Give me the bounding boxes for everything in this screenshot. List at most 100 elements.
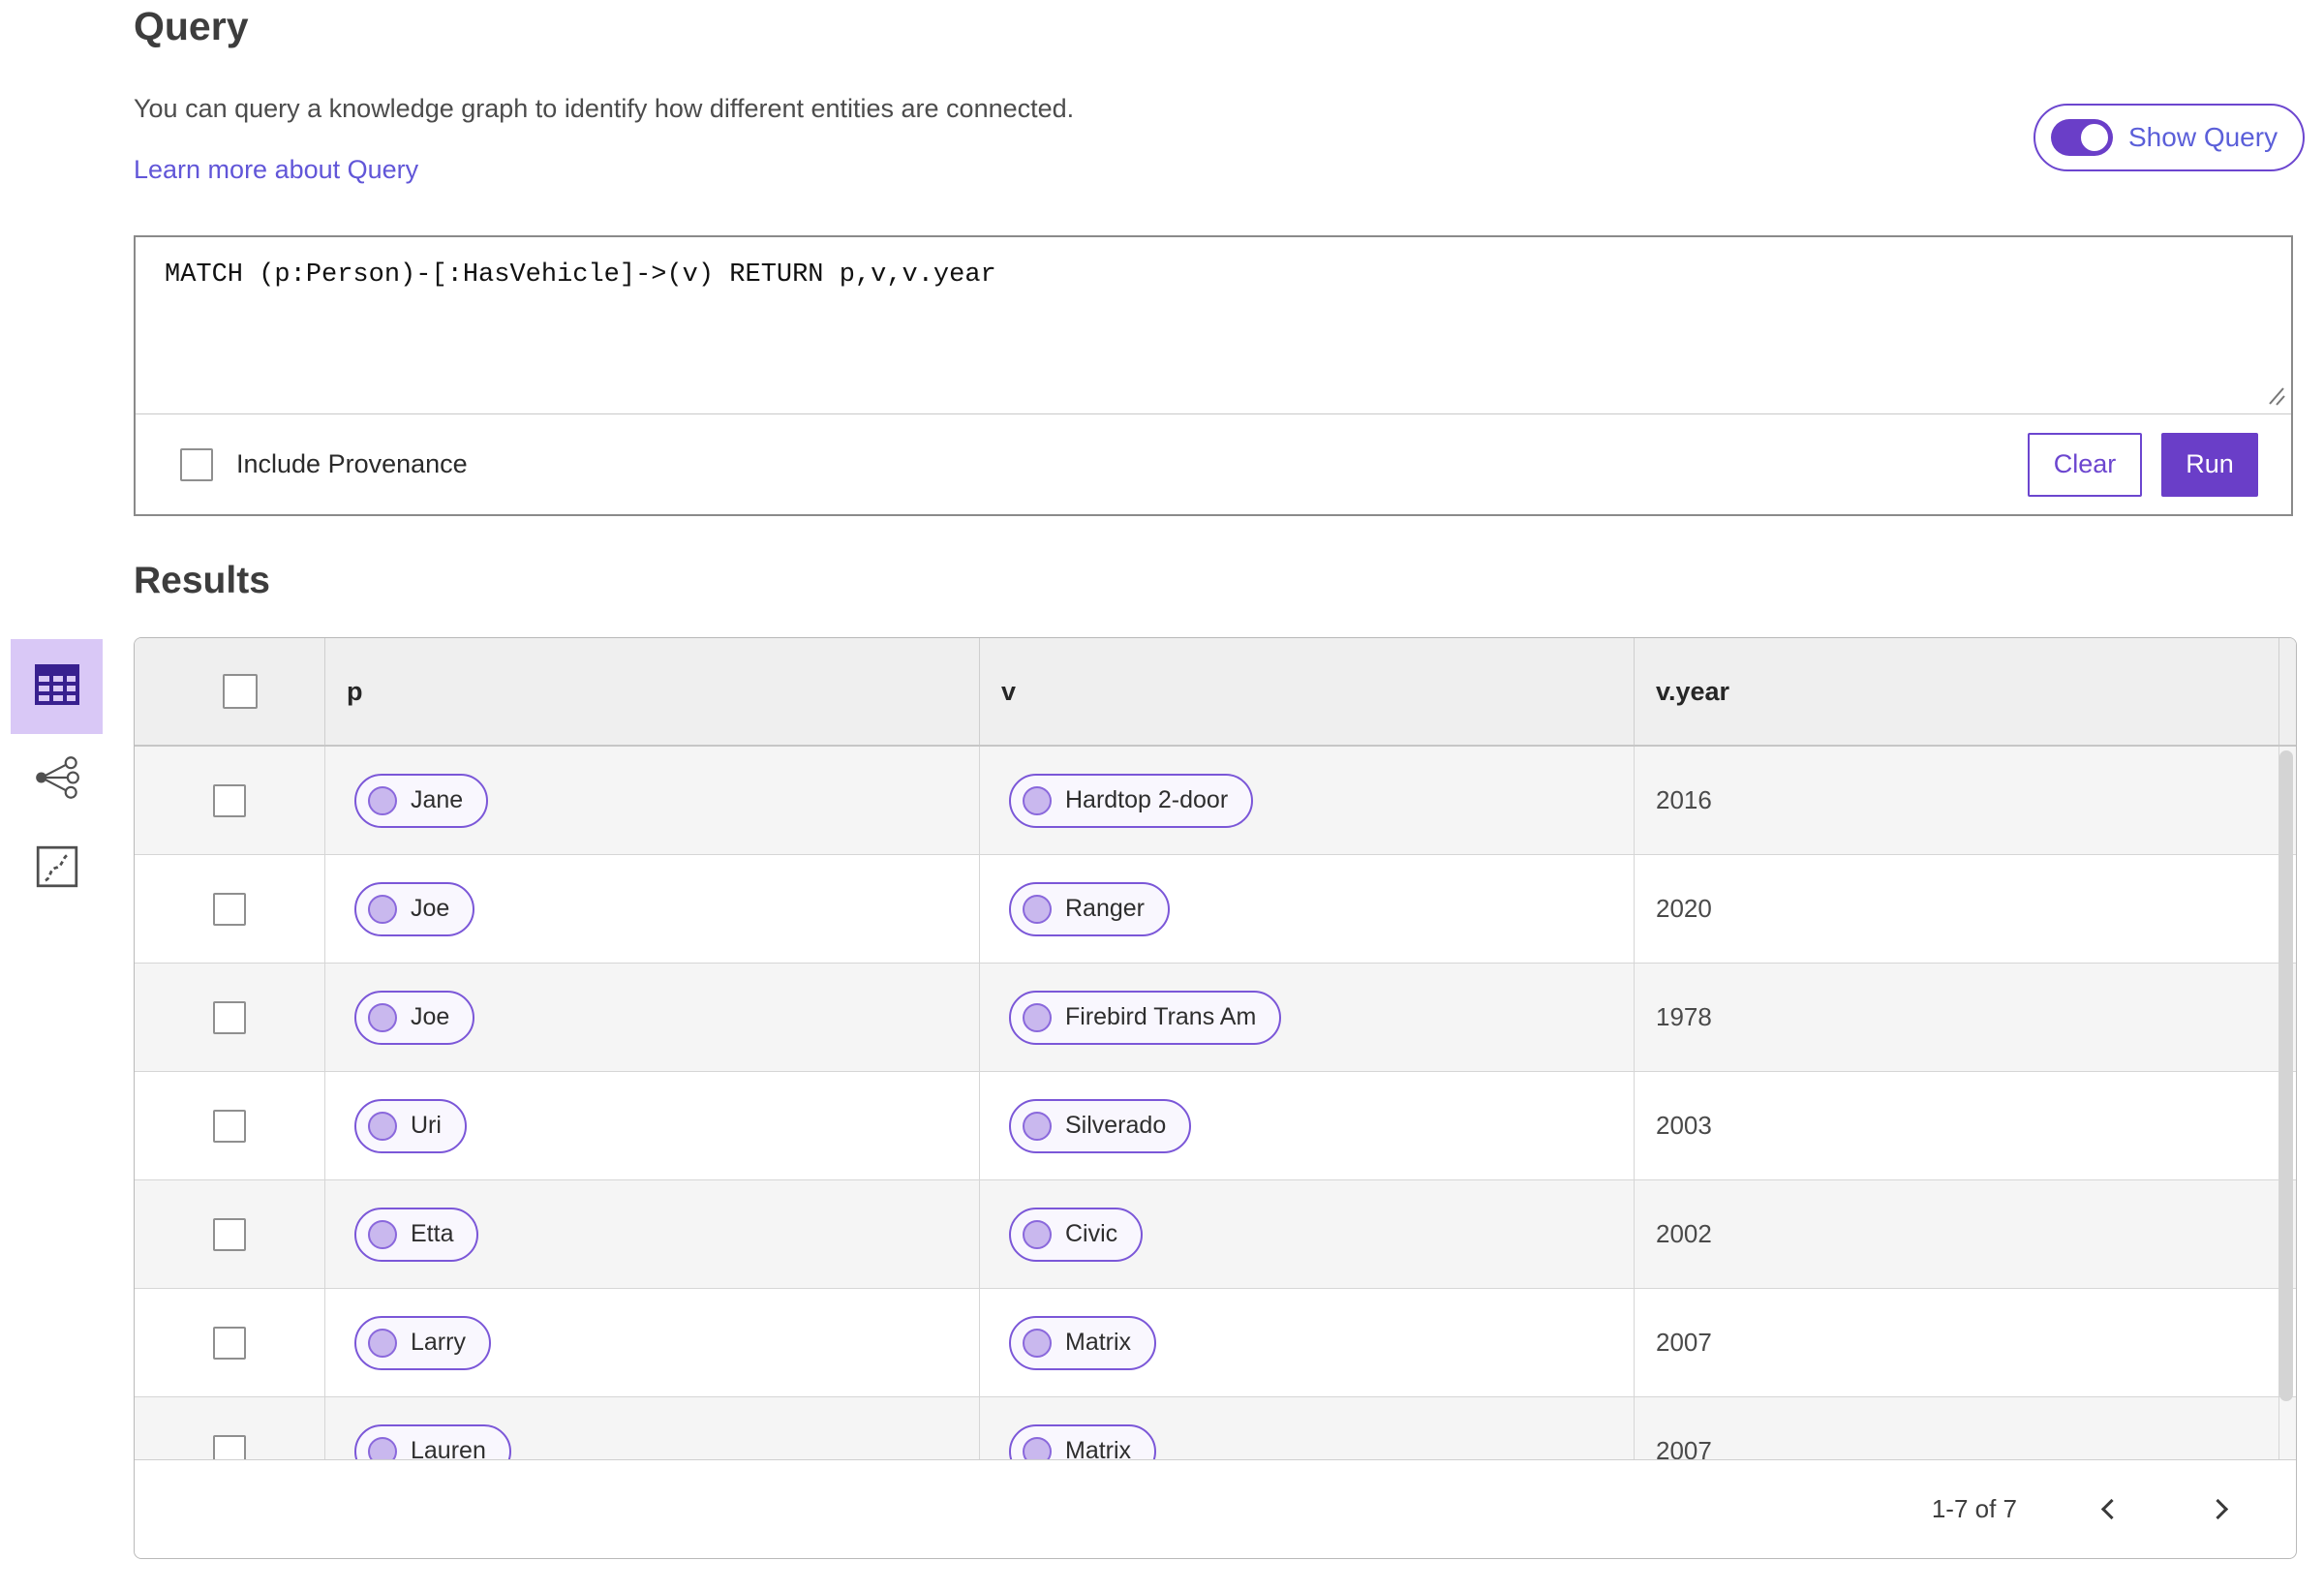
vehicle-badge[interactable]: Silverado (1009, 1098, 1192, 1153)
chevron-left-icon (2100, 1498, 2122, 1520)
cell-v-year: 2020 (1634, 855, 2278, 963)
cell-p: Uri (324, 1072, 979, 1179)
person-badge[interactable]: Larry (354, 1315, 491, 1370)
vehicle-badge[interactable]: Hardtop 2-door (1009, 773, 1254, 828)
include-provenance-option: Include Provenance (180, 447, 468, 481)
clear-button[interactable]: Clear (2028, 432, 2142, 497)
cell-v: Silverado (979, 1072, 1634, 1179)
person-badge-label: Etta (411, 1220, 454, 1247)
node-icon (1023, 1002, 1052, 1032)
row-checkbox-cell (135, 747, 324, 854)
table-row: Joe Firebird Trans Am 1978 (135, 964, 2296, 1072)
table-pagination-bar: 1-7 of 7 (135, 1459, 2296, 1558)
row-checkbox[interactable] (213, 892, 246, 926)
table-row: Uri Silverado 2003 (135, 1072, 2296, 1180)
node-icon (1023, 1111, 1052, 1141)
run-button[interactable]: Run (2161, 432, 2258, 497)
table-row: Jane Hardtop 2-door 2016 (135, 747, 2296, 855)
page-title: Query (134, 4, 249, 48)
cell-v-year: 2002 (1634, 1180, 2278, 1288)
cell-v-year: 2007 (1634, 1289, 2278, 1396)
query-input[interactable]: MATCH (p:Person)-[:HasVehicle]->(v) RETU… (136, 237, 2291, 413)
cell-v: Civic (979, 1180, 1634, 1288)
node-icon (1023, 894, 1052, 924)
row-checkbox-cell (135, 1072, 324, 1179)
view-button-graph[interactable] (29, 751, 85, 808)
toggle-knob (2079, 122, 2110, 153)
view-button-map[interactable] (29, 841, 85, 897)
person-badge-label: Uri (411, 1112, 442, 1139)
row-checkbox[interactable] (213, 1000, 246, 1034)
cell-p: Jane (324, 747, 979, 854)
cell-v-year: 1978 (1634, 964, 2278, 1071)
show-query-label: Show Query (2128, 122, 2278, 152)
select-all-checkbox[interactable] (223, 674, 258, 709)
vehicle-badge-label: Ranger (1065, 895, 1145, 922)
vehicle-badge-label: Civic (1065, 1220, 1118, 1247)
node-icon (1023, 1219, 1052, 1249)
table-header-row: p v v.year (135, 638, 2296, 747)
vehicle-badge[interactable]: Matrix (1009, 1315, 1157, 1370)
cell-p: Etta (324, 1180, 979, 1288)
year-value: 2016 (1656, 785, 1712, 814)
header-scrollbar-cell (2278, 638, 2296, 745)
person-badge[interactable]: Etta (354, 1207, 479, 1262)
person-badge-label: Jane (411, 786, 464, 813)
cell-v: Hardtop 2-door (979, 747, 1634, 854)
previous-page-button[interactable] (2087, 1488, 2129, 1531)
map-route-icon (36, 845, 78, 893)
row-checkbox[interactable] (213, 1326, 246, 1360)
cell-v: Firebird Trans Am (979, 964, 1634, 1071)
resize-grip-icon[interactable] (2262, 384, 2285, 411)
column-header-v-year[interactable]: v.year (1634, 638, 2278, 745)
query-actions: Clear Run (2028, 432, 2258, 497)
toggle-track-icon (2051, 119, 2113, 156)
vertical-scrollbar-thumb[interactable] (2279, 750, 2293, 1401)
view-button-table[interactable] (11, 639, 103, 734)
row-checkbox[interactable] (213, 1217, 246, 1251)
page-description: You can query a knowledge graph to ident… (134, 94, 1075, 123)
cell-v: Ranger (979, 855, 1634, 963)
learn-more-link[interactable]: Learn more about Query (134, 155, 418, 185)
column-header-v[interactable]: v (979, 638, 1634, 745)
person-badge-label: Joe (411, 895, 450, 922)
node-icon (368, 1328, 397, 1358)
table-body: Jane Hardtop 2-door 2016 Joe Ranger 2020… (135, 747, 2296, 1506)
query-toolbar: Include Provenance Clear Run (136, 414, 2291, 514)
include-provenance-checkbox[interactable] (180, 447, 213, 481)
chevron-right-icon (2207, 1498, 2228, 1520)
year-value: 2002 (1656, 1219, 1712, 1248)
person-badge[interactable]: Uri (354, 1098, 467, 1153)
table-row: Joe Ranger 2020 (135, 855, 2296, 964)
node-icon (368, 1111, 397, 1141)
year-value: 2020 (1656, 894, 1712, 923)
year-value: 1978 (1656, 1002, 1712, 1031)
cell-p: Joe (324, 964, 979, 1071)
vehicle-badge[interactable]: Firebird Trans Am (1009, 990, 1282, 1045)
person-badge[interactable]: Joe (354, 990, 475, 1045)
cell-p: Larry (324, 1289, 979, 1396)
vehicle-badge[interactable]: Civic (1009, 1207, 1144, 1262)
show-query-toggle[interactable]: Show Query (2034, 104, 2306, 171)
next-page-button[interactable] (2199, 1488, 2242, 1531)
row-checkbox[interactable] (213, 1109, 246, 1143)
vehicle-badge[interactable]: Ranger (1009, 881, 1170, 936)
vehicle-badge-label: Firebird Trans Am (1065, 1003, 1257, 1030)
column-header-p[interactable]: p (324, 638, 979, 745)
node-icon (368, 894, 397, 924)
cell-p: Joe (324, 855, 979, 963)
row-checkbox-cell (135, 1289, 324, 1396)
query-page: Query You can query a knowledge graph to… (0, 0, 2324, 1591)
person-badge[interactable]: Joe (354, 881, 475, 936)
person-badge[interactable]: Jane (354, 773, 489, 828)
table-row: Larry Matrix 2007 (135, 1289, 2296, 1397)
results-table: p v v.year Jane Hardtop 2-door 2016 Joe … (134, 637, 2297, 1559)
query-panel: MATCH (p:Person)-[:HasVehicle]->(v) RETU… (134, 235, 2293, 516)
cell-v-year: 2016 (1634, 747, 2278, 854)
node-icon (368, 1002, 397, 1032)
year-value: 2007 (1656, 1328, 1712, 1357)
row-checkbox[interactable] (213, 783, 246, 817)
node-icon (368, 1219, 397, 1249)
row-checkbox-cell (135, 964, 324, 1071)
vehicle-badge-label: Silverado (1065, 1112, 1167, 1139)
